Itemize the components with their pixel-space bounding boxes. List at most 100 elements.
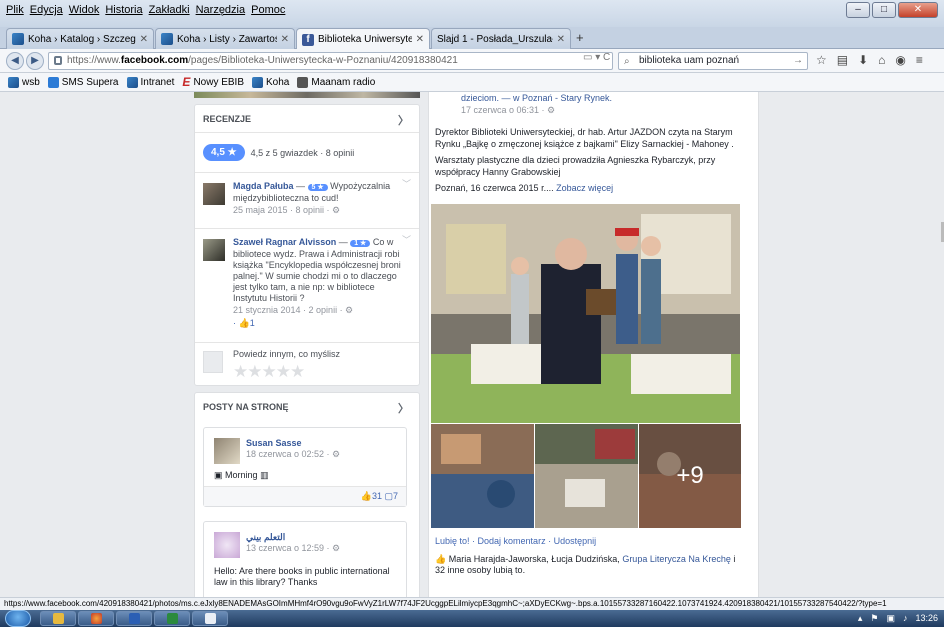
tab-koha-lists[interactable]: Koha › Listy › Zawartość Mi... ✕ xyxy=(155,28,295,49)
posts-header[interactable]: POSTY NA STRONĘ 〉 xyxy=(195,393,419,421)
tab-slide[interactable]: Slajd 1 - Posłada_Urszula-Biblio... ✕ xyxy=(431,28,571,49)
post-location[interactable]: dzieciom. — w Poznań - Stary Rynek. xyxy=(461,92,752,104)
menu-help[interactable]: Pomoc xyxy=(251,4,285,16)
taskbar-app[interactable] xyxy=(192,611,228,626)
see-more-link[interactable]: Zobacz więcej xyxy=(556,183,613,193)
left-column: RECENZJE 〉 4,5 ★ 4,5 z 5 gwiazdek · 8 op… xyxy=(194,92,420,597)
close-window-button[interactable]: ✕ xyxy=(898,2,938,18)
search-icon: ⌕ xyxy=(624,56,630,67)
menu-edit[interactable]: Edycja xyxy=(30,4,63,16)
bookmark-koha[interactable]: Koha xyxy=(252,76,289,88)
flag-icon[interactable]: ⚑ xyxy=(870,613,878,624)
download-icon[interactable]: ⬇ xyxy=(858,53,868,67)
menu-view[interactable]: Widok xyxy=(69,4,100,16)
write-review-row[interactable]: Powiedz innym, co myślisz ★★★★★ xyxy=(195,343,419,385)
close-tab-icon[interactable]: ✕ xyxy=(416,34,424,45)
like-count[interactable]: 👍31 xyxy=(361,491,382,501)
window-controls: – □ ✕ xyxy=(846,2,938,18)
chevron-down-icon[interactable]: ﹀ xyxy=(402,235,411,246)
url-bar[interactable]: https://www.facebook.com/pages/Bibliotek… xyxy=(48,52,613,70)
chevron-down-icon[interactable]: ﹀ xyxy=(402,179,411,190)
post-time[interactable]: 18 czerwca o 02:52 · ⚙ xyxy=(246,449,340,460)
comment-icon: ▢ xyxy=(384,491,393,501)
taskbar-firefox[interactable] xyxy=(78,611,114,626)
comment-count[interactable]: ▢7 xyxy=(384,491,398,501)
bookmark-wsb[interactable]: wsb xyxy=(8,76,40,88)
star-icon[interactable]: ☆ xyxy=(816,53,827,67)
menu-tools[interactable]: Narzędzia xyxy=(196,4,246,16)
close-tab-icon[interactable]: ✕ xyxy=(557,34,565,45)
post-time[interactable]: 17 czerwca o 06:31 · ⚙ xyxy=(461,104,752,116)
reviews-header[interactable]: RECENZJE 〉 xyxy=(195,105,419,133)
bookmark-icon xyxy=(126,76,138,88)
koha-icon xyxy=(161,33,173,45)
new-tab-button[interactable]: + xyxy=(576,30,584,45)
post-footer: 👍31 ▢7 xyxy=(204,486,406,506)
ebib-icon: E xyxy=(182,74,191,89)
bookmark-sms[interactable]: SMS Supera xyxy=(47,76,119,88)
taskbar-explorer[interactable] xyxy=(40,611,76,626)
photo-thumbnail[interactable] xyxy=(535,424,638,528)
taskbar-excel[interactable] xyxy=(154,611,190,626)
photo-thumbnail[interactable] xyxy=(431,424,534,528)
bookmark-maanam[interactable]: Maanam radio xyxy=(297,76,375,88)
menu-history[interactable]: Historia xyxy=(105,4,142,16)
search-input[interactable]: ⌕ biblioteka uam poznań → xyxy=(618,52,808,70)
search-go-icon[interactable]: → xyxy=(793,53,803,69)
likers[interactable]: Maria Harajda-Jaworska, Łucja Dudzińska, xyxy=(449,554,623,564)
main-photo[interactable] xyxy=(431,204,740,423)
close-tab-icon[interactable]: ✕ xyxy=(140,34,148,45)
avatar[interactable] xyxy=(203,183,225,205)
avatar[interactable] xyxy=(203,239,225,261)
share-link[interactable]: Udostępnij xyxy=(554,536,597,546)
tray-arrow-icon[interactable]: ▴ xyxy=(858,613,863,624)
word-icon xyxy=(128,613,140,624)
review-like-button[interactable]: · 👍1 xyxy=(233,318,411,329)
reload-icon[interactable]: C xyxy=(603,52,610,63)
back-button[interactable]: ◀ xyxy=(6,52,24,70)
dropdown-icon[interactable]: ▾ xyxy=(595,52,600,63)
clipboard-icon[interactable]: ▤ xyxy=(837,53,848,67)
post-author[interactable]: التعلم بيني xyxy=(246,532,285,543)
volume-icon[interactable]: ♪ xyxy=(903,613,908,624)
reviewer-name[interactable]: Magda Pałuba xyxy=(233,181,294,191)
post-location-line: dzieciom. — w Poznań - Stary Rynek. 17 c… xyxy=(429,92,758,116)
post-paragraph: Dyrektor Biblioteki Uniwersyteckiej, dr … xyxy=(435,127,734,149)
url-bar-actions: ▭ ▾ C xyxy=(583,52,610,63)
comment-link[interactable]: Dodaj komentarz xyxy=(478,536,546,546)
bookmark-intranet[interactable]: Intranet xyxy=(126,76,174,88)
tab-koha-catalog[interactable]: Koha › Katalog › Szczegóły ... ✕ xyxy=(6,28,154,49)
post-time[interactable]: 13 czerwca o 12:59 · ⚙ xyxy=(246,543,340,554)
reader-icon[interactable]: ▭ xyxy=(583,52,592,63)
star-rating-input[interactable]: ★★★★★ xyxy=(233,362,419,382)
avatar[interactable] xyxy=(214,532,240,558)
clock[interactable]: 13:26 xyxy=(915,613,938,624)
minimize-button[interactable]: – xyxy=(846,2,870,18)
menu-icon[interactable]: ≡ xyxy=(916,53,923,67)
like-link[interactable]: Lubię to! xyxy=(435,536,470,546)
close-tab-icon[interactable]: ✕ xyxy=(281,34,289,45)
reviews-card: RECENZJE 〉 4,5 ★ 4,5 z 5 gwiazdek · 8 op… xyxy=(194,104,420,386)
start-button[interactable] xyxy=(5,610,31,627)
cropped-photo-strip xyxy=(194,92,420,98)
network-icon[interactable]: ▣ xyxy=(886,613,895,624)
review-meta: 21 stycznia 2014 · 2 opinii · ⚙ xyxy=(233,305,354,315)
chat-icon[interactable]: ◉ xyxy=(895,53,905,67)
bookmark-ebib[interactable]: E Nowy EBIB xyxy=(182,74,244,89)
photo-thumbnail-more[interactable]: +9 xyxy=(639,424,741,528)
home-icon[interactable]: ⌂ xyxy=(878,53,885,67)
navigation-bar: ◀ ▶ https://www.facebook.com/pages/Bibli… xyxy=(0,49,944,73)
menu-file[interactable]: Plik xyxy=(6,4,24,16)
avatar[interactable] xyxy=(214,438,240,464)
post-text: ▣ Morning ▥ xyxy=(214,470,269,480)
forward-button[interactable]: ▶ xyxy=(26,52,44,70)
post-author[interactable]: Susan Sasse xyxy=(246,438,302,448)
maximize-button[interactable]: □ xyxy=(872,2,896,18)
taskbar-word[interactable] xyxy=(116,611,152,626)
review-item: Magda Pałuba — 5 ★ Wypożyczalnia międzyb… xyxy=(195,173,419,229)
menu-bookmarks[interactable]: Zakładki xyxy=(149,4,190,16)
liker-group-link[interactable]: Grupa Literycza Na Krechę xyxy=(622,554,731,564)
more-photos-count: +9 xyxy=(639,424,741,528)
tab-facebook-library[interactable]: f Biblioteka Uniwersytecka w... ✕ xyxy=(296,28,430,50)
reviewer-name[interactable]: Szaweł Ragnar Alvisson xyxy=(233,237,336,247)
